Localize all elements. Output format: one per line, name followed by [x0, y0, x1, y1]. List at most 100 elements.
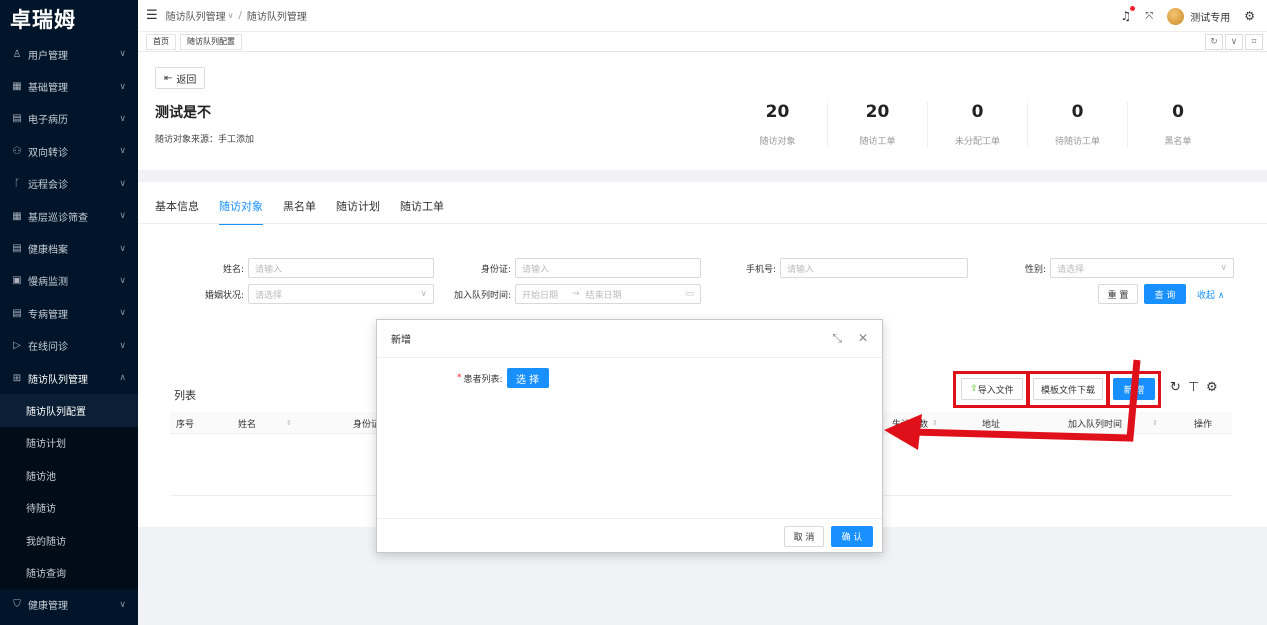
sidebar-item-5[interactable]: ▦ 基层巡诊筛查 ∨ [0, 200, 138, 232]
phone-filter: 手机号: 请输入 [708, 258, 968, 278]
stat-2: 0 未分配工单 [928, 102, 1028, 147]
col-lost-count[interactable]: 失访次数 ⇕ [892, 412, 938, 434]
sidebar-subitem-3[interactable]: 待随访 [0, 491, 138, 523]
stat-0: 20 随访对象 [728, 102, 828, 147]
collapse-link[interactable]: 收起 ∧ [1197, 288, 1224, 301]
sidebar-item-1[interactable]: ▦ 基础管理 ∨ [0, 70, 138, 102]
refresh-icon[interactable]: ↻ [1205, 34, 1223, 50]
gender-placeholder: 请选择 [1057, 264, 1085, 275]
sidebar-item-2[interactable]: ▤ 电子病历 ∨ [0, 103, 138, 135]
gender-filter: 性别: 请选择 ∨ [978, 258, 1234, 278]
sort-icon: ⇕ [286, 419, 292, 427]
chevron-down-icon: ∨ [1220, 263, 1227, 273]
sidebar-item-0[interactable]: ♙ 用户管理 ∨ [0, 38, 138, 70]
queue-icon: ⊞ [12, 372, 22, 384]
chevron-down-icon[interactable]: ∨ [1225, 34, 1243, 50]
fullscreen-icon[interactable]: ⤧ [1145, 11, 1153, 22]
modal-title: 新增 [391, 335, 411, 346]
tab-2[interactable]: 黑名单 [283, 198, 316, 214]
stat-label: 随访工单 [859, 137, 896, 147]
sidebar-item-label: 电子病历 [28, 115, 68, 127]
stat-value: 20 [765, 102, 790, 122]
col-lost-count-label: 失访次数 [892, 419, 929, 430]
start-date-placeholder: 开始日期 [522, 290, 559, 301]
sidebar-item-label: 健康档案 [28, 245, 68, 257]
select-patients-button[interactable]: 选 择 [506, 368, 549, 388]
marital-select[interactable]: 请选择 ∨ [248, 284, 434, 304]
sidebar-subitem-2[interactable]: 随访池 [0, 459, 138, 491]
menu-fold-icon[interactable]: ☰ [146, 8, 158, 23]
chevron-down-icon: ∨ [119, 113, 126, 124]
sidebar-item-label: 健康管理 [28, 601, 68, 613]
sidebar-item-label: 基层巡诊筛查 [28, 212, 88, 224]
phone-input[interactable]: 请输入 [780, 258, 968, 278]
confirm-button[interactable]: 确 认 [831, 526, 873, 547]
name-label: 姓名: [222, 264, 244, 275]
sidebar-item-label: 远程会诊 [28, 180, 68, 192]
stat-4: 0 黑名单 [1128, 102, 1228, 147]
gender-select[interactable]: 请选择 ∨ [1050, 258, 1234, 278]
grid-icon: ▦ [12, 210, 22, 222]
idcard-input[interactable]: 请输入 [515, 258, 701, 278]
sidebar-item-7[interactable]: ▣ 慢病监测 ∨ [0, 265, 138, 297]
sidebar-subitem-1[interactable]: 随访计划 [0, 427, 138, 459]
col-index-label: 序号 [176, 419, 195, 430]
sidebar: 卓瑞姆 ♙ 用户管理 ∨ ▦ 基础管理 ∨ ▤ 电子病历 ∨ ⚇ 双向转诊 ∨ ᚴ 远程会诊 ∨ ▦ 基层巡诊筛… [0, 0, 138, 625]
tab-0[interactable]: 基本信息 [155, 198, 199, 214]
sort-icon: ⇕ [932, 419, 938, 427]
refresh-icon[interactable]: ↻ [1170, 380, 1181, 395]
add-modal: 新增 ⤡ ✕ * 患者列表: 选 择 取 消 确 认 [376, 319, 883, 553]
sidebar-subitem-4[interactable]: 我的随访 [0, 524, 138, 556]
tab-3[interactable]: 随访计划 [336, 198, 380, 214]
gear-icon[interactable]: ⚙ [1244, 9, 1255, 23]
chevron-up-icon: ∧ [119, 373, 126, 384]
stat-value: 20 [865, 102, 890, 122]
sidebar-item-3[interactable]: ⚇ 双向转诊 ∨ [0, 135, 138, 167]
column-height-icon[interactable]: ⊤ [1188, 380, 1199, 395]
source-label: 随访对象来源： [155, 135, 219, 145]
chevron-down-icon: ∨ [119, 211, 126, 222]
sidebar-item-10[interactable]: ⊞ 随访队列管理 ∧ [0, 362, 138, 394]
sidebar-item-8[interactable]: ▤ 专病管理 ∨ [0, 297, 138, 329]
setting-icon[interactable]: ⚙ [1206, 380, 1218, 395]
list-title: 列表 [174, 389, 196, 402]
expand-icon[interactable]: ⌗ [1245, 34, 1263, 50]
col-join-time[interactable]: 加入队列时间 ⇕ [1068, 412, 1158, 434]
page-tab-home[interactable]: 首页 [146, 33, 176, 50]
sidebar-subitem-0[interactable]: 随访队列配置 [0, 394, 138, 427]
play-icon: ▷ [13, 340, 21, 352]
stat-label: 待随访工单 [1054, 137, 1100, 147]
bell-icon[interactable]: ♫ [1120, 6, 1136, 23]
breadcrumb-item-2: 随访队列管理 [246, 12, 307, 23]
breadcrumb-item-1[interactable]: 随访队列管理 [166, 8, 226, 23]
file-icon: ▤ [12, 307, 22, 319]
sidebar-item-11[interactable]: ⛉ 健康管理 ∨ [0, 589, 138, 621]
back-label: 返回 [176, 74, 197, 86]
date-range-picker[interactable]: 开始日期 → 结束日期 ▭ [515, 284, 701, 304]
sidebar-subitem-5[interactable]: 随访查询 [0, 556, 138, 588]
search-button[interactable]: 查 询 [1144, 284, 1186, 304]
user-menu[interactable]: 测试专用 [1167, 7, 1230, 25]
top-header: ☰ 随访队列管理 ∨ / 随访队列管理 ♫ ⤧ 测试专用 ⚙ [138, 0, 1267, 32]
fullscreen-icon[interactable]: ⤡ [832, 331, 842, 346]
close-icon[interactable]: ✕ [858, 331, 868, 346]
tab-4[interactable]: 随访工单 [400, 198, 444, 214]
cancel-button[interactable]: 取 消 [784, 526, 824, 547]
back-button[interactable]: ⇤ 返回 [155, 67, 206, 89]
file-icon: ▤ [12, 243, 22, 255]
reset-button[interactable]: 重 置 [1098, 284, 1138, 304]
record-icon: ▤ [12, 113, 22, 125]
branch-icon: ᚴ [14, 178, 20, 190]
tab-1[interactable]: 随访对象 [219, 198, 263, 225]
sidebar-item-label: 基础管理 [28, 83, 68, 95]
sidebar-item-9[interactable]: ▷ 在线问诊 ∨ [0, 330, 138, 362]
sidebar-item-6[interactable]: ▤ 健康档案 ∨ [0, 232, 138, 264]
marital-label: 婚姻状况: [204, 290, 244, 301]
name-input[interactable]: 请输入 [248, 258, 434, 278]
sidebar-item-4[interactable]: ᚴ 远程会诊 ∨ [0, 168, 138, 200]
col-name[interactable]: 姓名 ⇕ [238, 412, 292, 434]
stat-3: 0 待随访工单 [1028, 102, 1128, 147]
chevron-up-icon: ∧ [1217, 291, 1225, 301]
page-tab-queue-config[interactable]: 随访队列配置 [180, 33, 242, 50]
col-address-label: 地址 [982, 419, 1001, 430]
